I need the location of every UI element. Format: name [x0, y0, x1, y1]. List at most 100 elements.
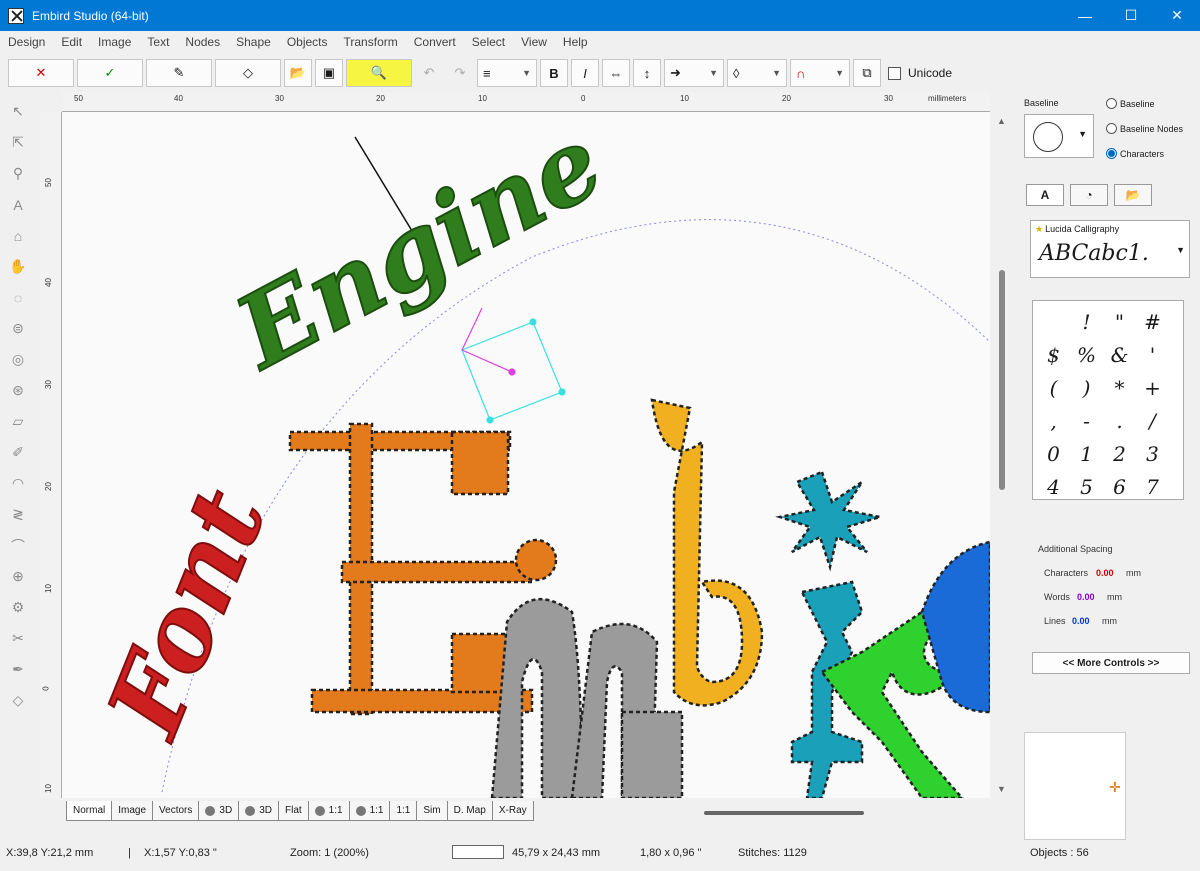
gear-icon[interactable]: ⚙: [4, 592, 32, 623]
scroll-thumb[interactable]: [999, 270, 1005, 490]
menu-edit[interactable]: Edit: [53, 35, 90, 49]
tab-gauge[interactable]: ◔: [1070, 184, 1108, 206]
horizontal-scroll-thumb[interactable]: [704, 811, 864, 815]
letter-spacing-button[interactable]: ⇔: [602, 59, 630, 87]
zigzag-icon[interactable]: ≷: [4, 499, 32, 530]
node-select-icon[interactable]: ⇱: [4, 127, 32, 158]
italic-button[interactable]: I: [571, 59, 599, 87]
text-engine[interactable]: Engine: [214, 112, 621, 394]
char-cell[interactable]: 0: [1037, 437, 1070, 470]
char-cell[interactable]: !: [1070, 305, 1103, 338]
char-cell[interactable]: ,: [1037, 404, 1070, 437]
char-cell[interactable]: /: [1136, 404, 1169, 437]
tab-xray[interactable]: X-Ray: [491, 801, 534, 821]
more-controls-button[interactable]: << More Controls >>: [1032, 652, 1190, 674]
undo-button[interactable]: ↶: [415, 59, 443, 87]
menu-text[interactable]: Text: [139, 35, 177, 49]
menu-design[interactable]: Design: [0, 35, 53, 49]
tab-normal[interactable]: Normal: [66, 801, 113, 821]
stamp-icon[interactable]: ⊜: [4, 313, 32, 344]
menu-nodes[interactable]: Nodes: [177, 35, 228, 49]
char-cell[interactable]: *: [1103, 371, 1136, 404]
menu-select[interactable]: Select: [464, 35, 513, 49]
unicode-checkbox[interactable]: [888, 66, 901, 80]
char-cell[interactable]: .: [1103, 404, 1136, 437]
measure-icon[interactable]: ⊛: [4, 375, 32, 406]
globe-icon[interactable]: ⊕: [4, 561, 32, 592]
menu-image[interactable]: Image: [90, 35, 139, 49]
tab-1to1-c[interactable]: 1:1: [389, 801, 418, 821]
char-cell[interactable]: ': [1136, 338, 1169, 371]
zoom-icon[interactable]: ⚲: [4, 158, 32, 189]
letter-r-teal[interactable]: [775, 470, 881, 798]
scissors-icon[interactable]: ✂: [4, 623, 32, 654]
char-cell[interactable]: 7: [1136, 470, 1169, 503]
pencil-icon[interactable]: ✐: [4, 437, 32, 468]
menu-objects[interactable]: Objects: [279, 35, 336, 49]
confirm-button[interactable]: ✓: [77, 59, 143, 87]
line-height-button[interactable]: ↕: [633, 59, 661, 87]
tab-font[interactable]: A: [1026, 184, 1064, 206]
tab-3d-a[interactable]: 3D: [198, 801, 240, 821]
char-cell[interactable]: ": [1103, 305, 1136, 338]
tab-3d-b[interactable]: 3D: [238, 801, 279, 821]
font-selector[interactable]: ★ Lucida Calligraphy ABCabc1. ▼: [1030, 220, 1190, 278]
letter-b-yellow[interactable]: [650, 398, 764, 707]
redo-button[interactable]: ↷: [446, 59, 474, 87]
ring-icon[interactable]: ◎: [4, 344, 32, 375]
radio-baseline-nodes[interactable]: Baseline Nodes: [1106, 123, 1183, 134]
fill-area-icon[interactable]: ⌂: [4, 220, 32, 251]
letter-m-gray[interactable]: [490, 597, 684, 798]
arc-icon[interactable]: ◠: [4, 468, 32, 499]
cancel-button[interactable]: ✕: [8, 59, 74, 87]
char-cell[interactable]: 5: [1070, 470, 1103, 503]
save-button[interactable]: ▣: [315, 59, 343, 87]
magnet-dropdown[interactable]: ∩ ▼: [790, 59, 850, 87]
maximize-button[interactable]: ☐: [1108, 0, 1154, 31]
spacing-words-value[interactable]: 0.00: [1077, 592, 1095, 602]
menu-shape[interactable]: Shape: [228, 35, 279, 49]
open-button[interactable]: 📂: [284, 59, 312, 87]
hand-icon[interactable]: ✋: [4, 251, 32, 282]
tab-vectors[interactable]: Vectors: [152, 801, 200, 821]
spacing-characters-value[interactable]: 0.00: [1096, 568, 1114, 578]
char-cell[interactable]: 2: [1103, 437, 1136, 470]
overview-map[interactable]: ✛: [1024, 732, 1126, 840]
char-cell[interactable]: ): [1070, 371, 1103, 404]
tab-1to1-b[interactable]: 1:1: [348, 801, 391, 821]
char-cell[interactable]: 4: [1037, 470, 1070, 503]
design-canvas[interactable]: Engine Font: [62, 112, 990, 798]
char-cell[interactable]: &: [1103, 338, 1136, 371]
close-button[interactable]: ✕: [1154, 0, 1200, 31]
curve-icon[interactable]: ⌒: [4, 530, 32, 561]
pen-icon[interactable]: ✒: [4, 654, 32, 685]
zoom-button[interactable]: 🔍: [346, 59, 412, 87]
tab-1to1-a[interactable]: 1:1: [307, 801, 350, 821]
menu-view[interactable]: View: [513, 35, 555, 49]
spacing-lines-value[interactable]: 0.00: [1072, 616, 1090, 626]
vertical-scrollbar[interactable]: ▲ ▼: [993, 112, 1011, 798]
menu-transform[interactable]: Transform: [336, 35, 406, 49]
tab-open[interactable]: 📂: [1114, 184, 1152, 206]
char-cell[interactable]: -: [1070, 404, 1103, 437]
char-cell[interactable]: (: [1037, 371, 1070, 404]
align-dropdown[interactable]: ≡ ▼: [477, 59, 537, 87]
char-cell[interactable]: %: [1070, 338, 1103, 371]
scroll-down-icon[interactable]: ▼: [997, 784, 1006, 794]
radio-baseline[interactable]: Baseline: [1106, 98, 1155, 109]
fill-dropdown[interactable]: ◊ ▼: [727, 59, 787, 87]
text-font[interactable]: Font: [83, 473, 290, 755]
copy-button[interactable]: ⧉: [853, 59, 881, 87]
lasso-icon[interactable]: ◌: [4, 282, 32, 313]
char-cell[interactable]: 6: [1103, 470, 1136, 503]
text-tool-button[interactable]: ✎: [146, 59, 212, 87]
char-cell[interactable]: $: [1037, 338, 1070, 371]
char-cell[interactable]: 1: [1070, 437, 1103, 470]
char-cell[interactable]: 3: [1136, 437, 1169, 470]
direction-dropdown[interactable]: ➜ ▼: [664, 59, 724, 87]
tab-flat[interactable]: Flat: [277, 801, 309, 821]
diamond-icon[interactable]: ◇: [4, 685, 32, 716]
minimize-button[interactable]: —: [1062, 0, 1108, 31]
char-cell[interactable]: +: [1136, 371, 1169, 404]
char-cell[interactable]: #: [1136, 305, 1169, 338]
